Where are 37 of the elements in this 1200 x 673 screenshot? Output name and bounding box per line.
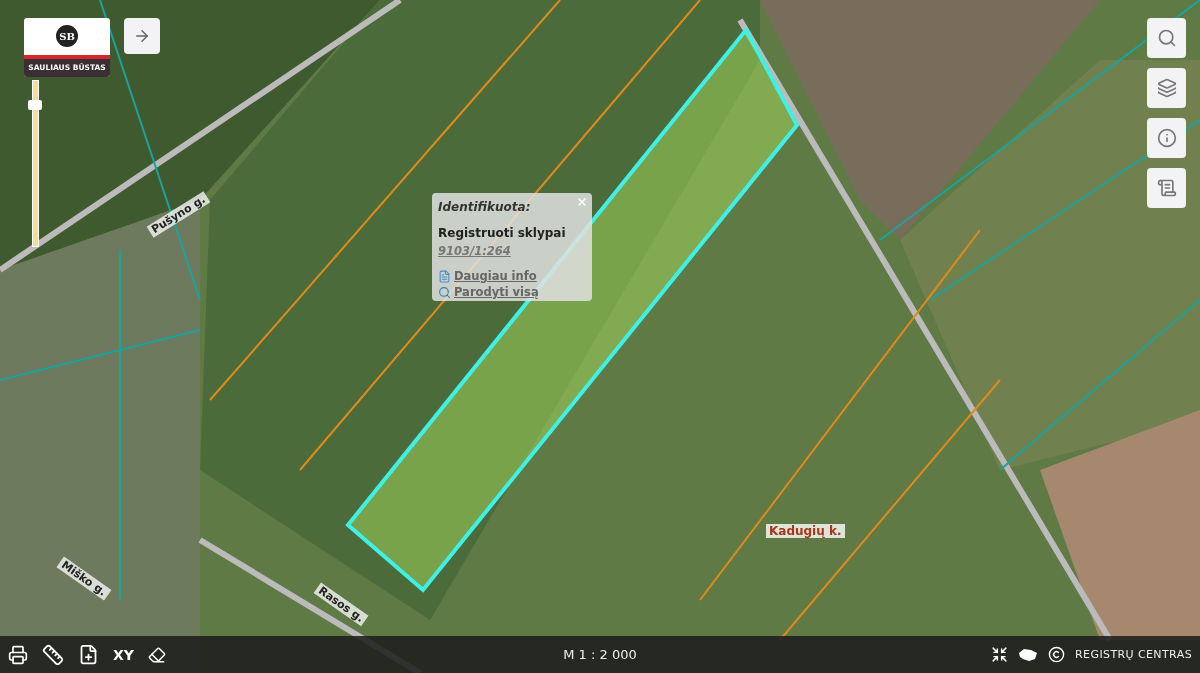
logo-monogram: SB [56, 25, 78, 47]
scroll-icon [1156, 178, 1177, 198]
eraser-icon [147, 645, 166, 664]
layer-name: Registruoti sklypai [438, 226, 567, 240]
search-icon [438, 285, 451, 299]
parcel-link[interactable]: 9103/1:264 [438, 244, 511, 258]
print-button[interactable] [8, 644, 28, 665]
legend-button[interactable] [1147, 168, 1186, 208]
show-all-link[interactable]: Parodyti visą [438, 285, 586, 299]
info-button[interactable] [1147, 118, 1186, 158]
layers-button[interactable] [1147, 68, 1186, 108]
shrink-icon [991, 646, 1009, 663]
country-outline-icon [1018, 647, 1039, 662]
credit-text: REGISTRŲ CENTRAS [1075, 648, 1192, 661]
more-info-link[interactable]: Daugiau info [438, 269, 586, 283]
map-scale: M 1 : 2 000 [562, 647, 638, 662]
country-map-button[interactable] [1018, 647, 1039, 662]
village-label: Kadugių k. [766, 524, 845, 538]
search-icon [1156, 28, 1177, 48]
eraser-button[interactable] [147, 645, 166, 664]
add-page-icon [78, 644, 99, 665]
add-page-button[interactable] [78, 644, 99, 665]
document-icon [438, 269, 451, 283]
info-icon [1156, 128, 1177, 148]
copyright-icon [1048, 646, 1066, 663]
layers-icon [1156, 78, 1177, 98]
zoom-thumb[interactable] [28, 99, 42, 110]
close-icon [576, 196, 588, 208]
measure-button[interactable] [42, 643, 64, 666]
printer-icon [8, 644, 28, 665]
ruler-icon [42, 643, 64, 666]
coordinates-button[interactable]: XY [113, 646, 134, 663]
exit-fullscreen-button[interactable] [991, 646, 1009, 663]
search-button[interactable] [1147, 18, 1186, 58]
arrow-button[interactable] [124, 18, 160, 54]
arrow-right-icon [133, 27, 151, 45]
popup-title: Identifikuota: [438, 200, 531, 214]
